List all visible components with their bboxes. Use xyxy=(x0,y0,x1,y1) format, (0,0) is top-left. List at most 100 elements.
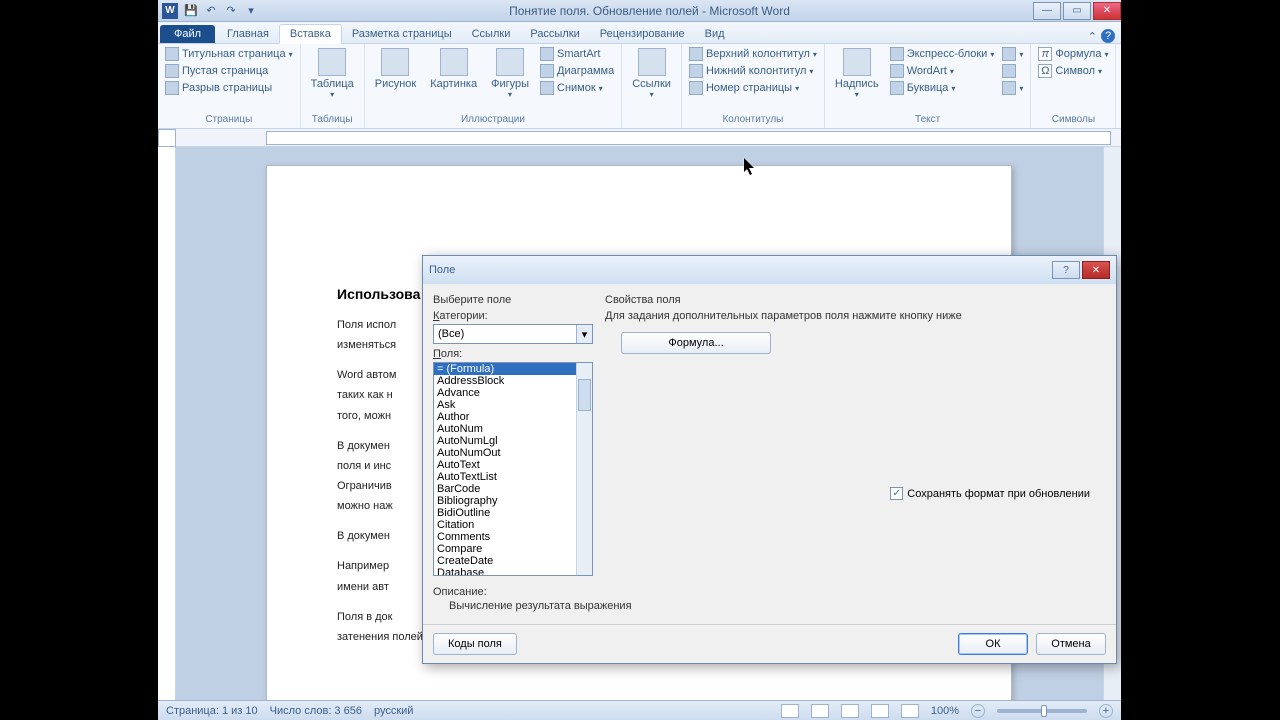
field-item[interactable]: Advance xyxy=(434,387,576,399)
field-item[interactable]: AutoText xyxy=(434,459,576,471)
tab-insert[interactable]: Вставка xyxy=(279,24,342,44)
cover-page-button[interactable]: Титульная страница▾ xyxy=(162,46,296,62)
undo-icon[interactable]: ↶ xyxy=(202,2,220,20)
file-tab[interactable]: Файл xyxy=(160,25,215,43)
field-dialog: Поле ? ✕ Выберите поле Категории: (Все) … xyxy=(422,255,1117,664)
field-item[interactable]: AutoNumLgl xyxy=(434,435,576,447)
zoom-slider-thumb[interactable] xyxy=(1041,705,1047,717)
smartart-button[interactable]: SmartArt xyxy=(537,46,617,62)
group-symbols: πФормула▾ ΩСимвол▾ Символы xyxy=(1031,44,1116,128)
dialog-titlebar[interactable]: Поле ? ✕ xyxy=(423,256,1116,284)
field-item[interactable]: BarCode xyxy=(434,483,576,495)
field-item[interactable]: AddressBlock xyxy=(434,375,576,387)
field-item[interactable]: Ask xyxy=(434,399,576,411)
page-break-icon xyxy=(165,81,179,95)
formula-button[interactable]: Формула... xyxy=(621,332,771,354)
textbox-button[interactable]: Надпись▾ xyxy=(829,46,885,101)
field-item[interactable]: BidiOutline xyxy=(434,507,576,519)
pagenum-button[interactable]: Номер страницы▾ xyxy=(686,80,820,96)
field-item[interactable]: Author xyxy=(434,411,576,423)
datetime-button[interactable] xyxy=(999,63,1026,79)
datetime-icon xyxy=(1002,64,1016,78)
field-item[interactable]: AutoNumOut xyxy=(434,447,576,459)
tab-selector[interactable] xyxy=(158,129,176,147)
categories-combo[interactable]: (Все) ▾ xyxy=(433,324,593,344)
wordart-button[interactable]: WordArt▾ xyxy=(887,63,998,79)
properties-label: Свойства поля xyxy=(605,294,1106,306)
field-item[interactable]: Citation xyxy=(434,519,576,531)
ruler-vertical[interactable] xyxy=(158,147,176,700)
dialog-help-button[interactable]: ? xyxy=(1052,261,1080,279)
status-language[interactable]: русский xyxy=(374,705,413,717)
cancel-button[interactable]: Отмена xyxy=(1036,633,1106,655)
tab-home[interactable]: Главная xyxy=(217,25,279,43)
status-words[interactable]: Число слов: 3 656 xyxy=(270,705,362,717)
textbox-icon xyxy=(843,48,871,76)
dropcap-button[interactable]: Буквица▾ xyxy=(887,80,998,96)
field-item[interactable]: Comments xyxy=(434,531,576,543)
ok-button[interactable]: ОК xyxy=(958,633,1028,655)
field-codes-button[interactable]: Коды поля xyxy=(433,633,517,655)
header-button[interactable]: Верхний колонтитул▾ xyxy=(686,46,820,62)
screenshot-button[interactable]: Снимок▾ xyxy=(537,80,617,96)
quick-access-toolbar: 💾 ↶ ↷ ▾ xyxy=(182,2,260,20)
field-item[interactable]: AutoNum xyxy=(434,423,576,435)
view-print-layout[interactable] xyxy=(781,704,799,718)
preserve-format-checkbox[interactable]: ✓ xyxy=(890,487,903,500)
status-page[interactable]: Страница: 1 из 10 xyxy=(166,705,258,717)
tab-layout[interactable]: Разметка страницы xyxy=(342,25,462,43)
object-button[interactable]: ▾ xyxy=(999,80,1026,96)
view-draft[interactable] xyxy=(901,704,919,718)
tab-review[interactable]: Рецензирование xyxy=(590,25,695,43)
maximize-button[interactable]: ▭ xyxy=(1063,2,1091,20)
word-icon: W xyxy=(162,3,178,19)
clipart-button[interactable]: Картинка xyxy=(424,46,483,92)
view-web[interactable] xyxy=(841,704,859,718)
redo-icon[interactable]: ↷ xyxy=(222,2,240,20)
view-fullscreen[interactable] xyxy=(811,704,829,718)
footer-button[interactable]: Нижний колонтитул▾ xyxy=(686,63,820,79)
page-break-button[interactable]: Разрыв страницы xyxy=(162,80,296,96)
equation-button[interactable]: πФормула▾ xyxy=(1035,46,1111,62)
field-item[interactable]: Bibliography xyxy=(434,495,576,507)
field-item[interactable]: Database xyxy=(434,567,576,575)
sigline-button[interactable]: ▾ xyxy=(999,46,1026,62)
fields-listbox[interactable]: = (Formula)AddressBlockAdvanceAskAuthorA… xyxy=(433,362,593,576)
links-button[interactable]: Ссылки▾ xyxy=(626,46,677,101)
ruler-horizontal[interactable] xyxy=(158,129,1121,147)
zoom-out-button[interactable]: − xyxy=(971,704,985,718)
shapes-button[interactable]: Фигуры▾ xyxy=(485,46,535,101)
table-button[interactable]: Таблица▾ xyxy=(305,46,360,101)
quickparts-button[interactable]: Экспресс-блоки▾ xyxy=(887,46,998,62)
view-outline[interactable] xyxy=(871,704,889,718)
minimize-ribbon-icon[interactable]: ⌃ xyxy=(1088,30,1097,43)
tab-references[interactable]: Ссылки xyxy=(462,25,521,43)
dialog-close-button[interactable]: ✕ xyxy=(1082,261,1110,279)
field-item[interactable]: CreateDate xyxy=(434,555,576,567)
help-icon[interactable]: ? xyxy=(1101,29,1115,43)
preserve-format-row[interactable]: ✓ Сохранять формат при обновлении xyxy=(890,487,1090,500)
symbol-button[interactable]: ΩСимвол▾ xyxy=(1035,63,1111,79)
save-icon[interactable]: 💾 xyxy=(182,2,200,20)
close-button[interactable]: ✕ xyxy=(1093,2,1121,20)
minimize-button[interactable]: — xyxy=(1033,2,1061,20)
chevron-down-icon[interactable]: ▾ xyxy=(576,325,592,343)
group-tables: Таблица▾ Таблицы xyxy=(301,44,365,128)
zoom-in-button[interactable]: + xyxy=(1099,704,1113,718)
listbox-scrollbar[interactable] xyxy=(576,363,592,575)
tab-mailings[interactable]: Рассылки xyxy=(520,25,589,43)
qat-dropdown-icon[interactable]: ▾ xyxy=(242,2,260,20)
tab-view[interactable]: Вид xyxy=(695,25,735,43)
zoom-value[interactable]: 100% xyxy=(931,705,959,717)
equation-icon: π xyxy=(1038,47,1052,61)
picture-button[interactable]: Рисунок xyxy=(369,46,423,92)
field-item[interactable]: Compare xyxy=(434,543,576,555)
blank-page-button[interactable]: Пустая страница xyxy=(162,63,296,79)
group-text-title: Текст xyxy=(829,113,1026,126)
sigline-icon xyxy=(1002,47,1016,61)
field-item[interactable]: AutoTextList xyxy=(434,471,576,483)
chart-button[interactable]: Диаграмма xyxy=(537,63,617,79)
scrollbar-thumb[interactable] xyxy=(578,379,591,411)
zoom-slider[interactable] xyxy=(997,709,1087,713)
field-item[interactable]: = (Formula) xyxy=(434,363,576,375)
